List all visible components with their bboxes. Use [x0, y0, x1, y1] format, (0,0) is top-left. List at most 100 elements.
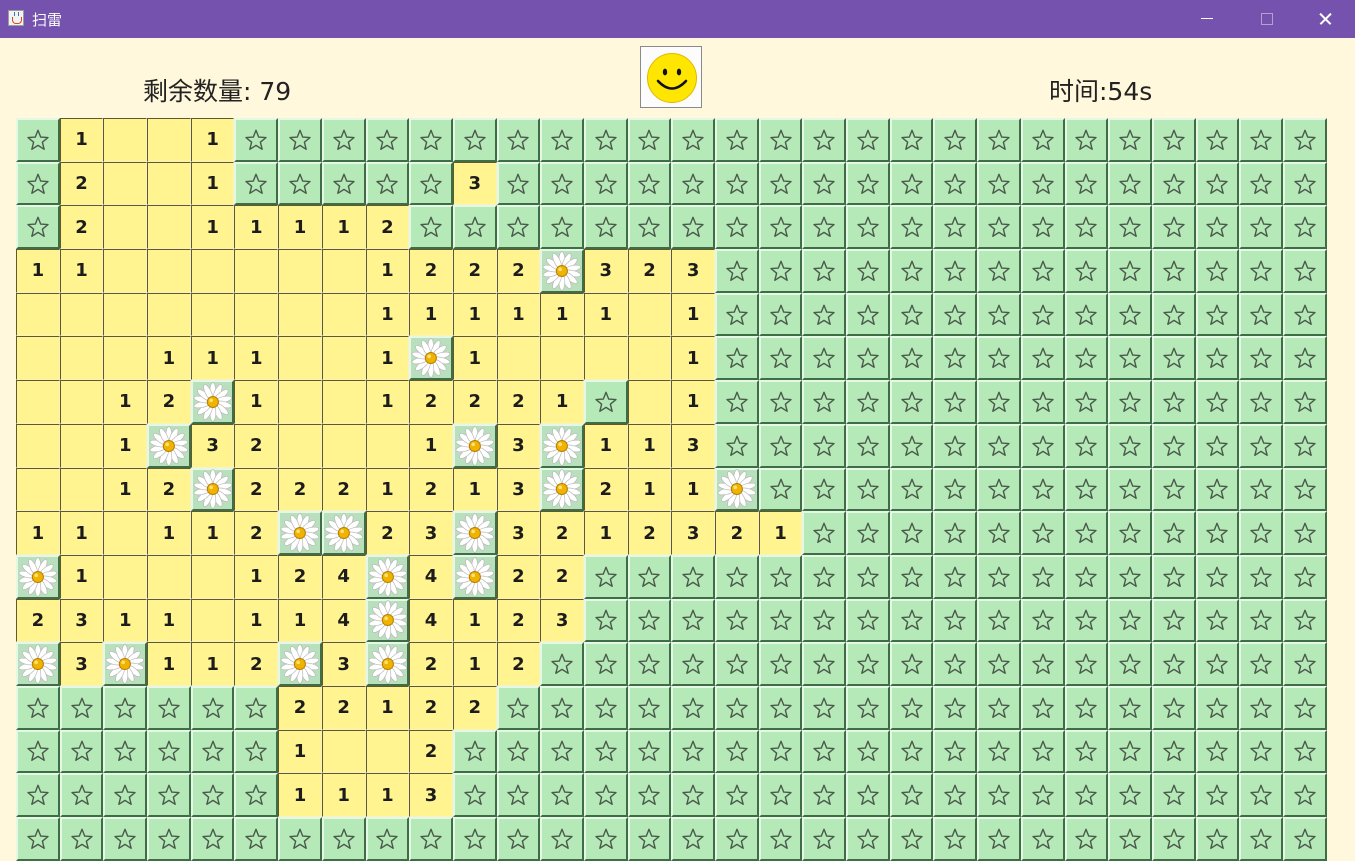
covered-cell[interactable] [1282, 467, 1327, 512]
covered-cell[interactable] [190, 729, 235, 774]
covered-cell[interactable] [1108, 642, 1152, 686]
covered-cell[interactable] [540, 729, 584, 774]
covered-cell[interactable] [846, 205, 890, 250]
covered-cell[interactable] [802, 685, 847, 730]
covered-cell[interactable] [1195, 685, 1240, 730]
number-cell[interactable]: 1 [496, 292, 541, 337]
covered-cell[interactable] [715, 773, 759, 817]
covered-cell[interactable] [715, 685, 759, 730]
number-cell[interactable]: 3 [409, 511, 453, 555]
covered-cell[interactable] [409, 817, 453, 861]
number-cell[interactable]: 2 [16, 598, 60, 643]
covered-cell[interactable] [1151, 642, 1196, 686]
number-cell[interactable]: 3 [321, 642, 366, 686]
covered-cell[interactable] [540, 161, 584, 206]
number-cell[interactable]: 2 [409, 467, 453, 512]
number-cell[interactable]: 1 [365, 773, 410, 817]
mine-cell[interactable] [321, 511, 366, 555]
covered-cell[interactable] [147, 685, 191, 730]
covered-cell[interactable] [933, 511, 978, 555]
empty-cell[interactable] [278, 423, 322, 468]
covered-cell[interactable] [452, 817, 497, 861]
covered-cell[interactable] [889, 554, 934, 599]
covered-cell[interactable] [1064, 336, 1109, 381]
covered-cell[interactable] [1195, 554, 1240, 599]
covered-cell[interactable] [933, 729, 978, 774]
covered-cell[interactable] [846, 423, 890, 468]
covered-cell[interactable] [889, 205, 934, 250]
covered-cell[interactable] [846, 467, 890, 512]
covered-cell[interactable] [846, 554, 890, 599]
covered-cell[interactable] [1282, 817, 1327, 861]
mine-cell[interactable] [540, 467, 584, 512]
empty-cell[interactable] [103, 336, 148, 381]
covered-cell[interactable] [1108, 336, 1152, 381]
number-cell[interactable]: 1 [583, 423, 628, 468]
number-cell[interactable]: 1 [234, 554, 279, 599]
empty-cell[interactable] [278, 380, 322, 424]
empty-cell[interactable] [321, 292, 366, 337]
covered-cell[interactable] [1282, 380, 1327, 424]
covered-cell[interactable] [715, 729, 759, 774]
empty-cell[interactable] [103, 554, 148, 599]
covered-cell[interactable] [846, 249, 890, 293]
covered-cell[interactable] [933, 554, 978, 599]
covered-cell[interactable] [671, 118, 715, 162]
covered-cell[interactable] [1064, 511, 1109, 555]
covered-cell[interactable] [1239, 729, 1283, 774]
covered-cell[interactable] [715, 642, 759, 686]
empty-cell[interactable] [190, 249, 235, 293]
covered-cell[interactable] [846, 642, 890, 686]
minimize-button[interactable] [1178, 0, 1236, 38]
covered-cell[interactable] [977, 554, 1021, 599]
covered-cell[interactable] [1282, 511, 1327, 555]
empty-cell[interactable] [16, 467, 60, 512]
covered-cell[interactable] [147, 817, 191, 861]
mine-cell[interactable] [103, 642, 148, 686]
covered-cell[interactable] [846, 685, 890, 730]
close-button[interactable] [1296, 0, 1354, 38]
covered-cell[interactable] [321, 161, 366, 206]
number-cell[interactable]: 3 [671, 249, 715, 293]
number-cell[interactable]: 1 [103, 598, 148, 643]
covered-cell[interactable] [321, 817, 366, 861]
number-cell[interactable]: 1 [365, 336, 410, 381]
covered-cell[interactable] [758, 817, 803, 861]
number-cell[interactable]: 2 [278, 467, 322, 512]
covered-cell[interactable] [846, 292, 890, 337]
covered-cell[interactable] [409, 118, 453, 162]
number-cell[interactable]: 1 [103, 380, 148, 424]
covered-cell[interactable] [1151, 161, 1196, 206]
covered-cell[interactable] [496, 205, 541, 250]
covered-cell[interactable] [671, 205, 715, 250]
empty-cell[interactable] [278, 249, 322, 293]
covered-cell[interactable] [540, 685, 584, 730]
covered-cell[interactable] [933, 642, 978, 686]
covered-cell[interactable] [1282, 249, 1327, 293]
covered-cell[interactable] [846, 380, 890, 424]
covered-cell[interactable] [540, 205, 584, 250]
number-cell[interactable]: 1 [365, 380, 410, 424]
covered-cell[interactable] [1020, 598, 1065, 643]
number-cell[interactable]: 2 [147, 380, 191, 424]
empty-cell[interactable] [147, 554, 191, 599]
covered-cell[interactable] [889, 380, 934, 424]
covered-cell[interactable] [977, 423, 1021, 468]
covered-cell[interactable] [1064, 729, 1109, 774]
covered-cell[interactable] [1020, 161, 1065, 206]
covered-cell[interactable] [1195, 773, 1240, 817]
covered-cell[interactable] [147, 773, 191, 817]
covered-cell[interactable] [1020, 336, 1065, 381]
covered-cell[interactable] [540, 642, 584, 686]
covered-cell[interactable] [1239, 511, 1283, 555]
covered-cell[interactable] [933, 249, 978, 293]
covered-cell[interactable] [1282, 161, 1327, 206]
covered-cell[interactable] [1064, 467, 1109, 512]
covered-cell[interactable] [1239, 773, 1283, 817]
covered-cell[interactable] [1239, 817, 1283, 861]
covered-cell[interactable] [583, 642, 628, 686]
number-cell[interactable]: 2 [278, 685, 322, 730]
empty-cell[interactable] [16, 292, 60, 337]
number-cell[interactable]: 1 [190, 205, 235, 250]
mine-cell[interactable] [409, 336, 453, 381]
